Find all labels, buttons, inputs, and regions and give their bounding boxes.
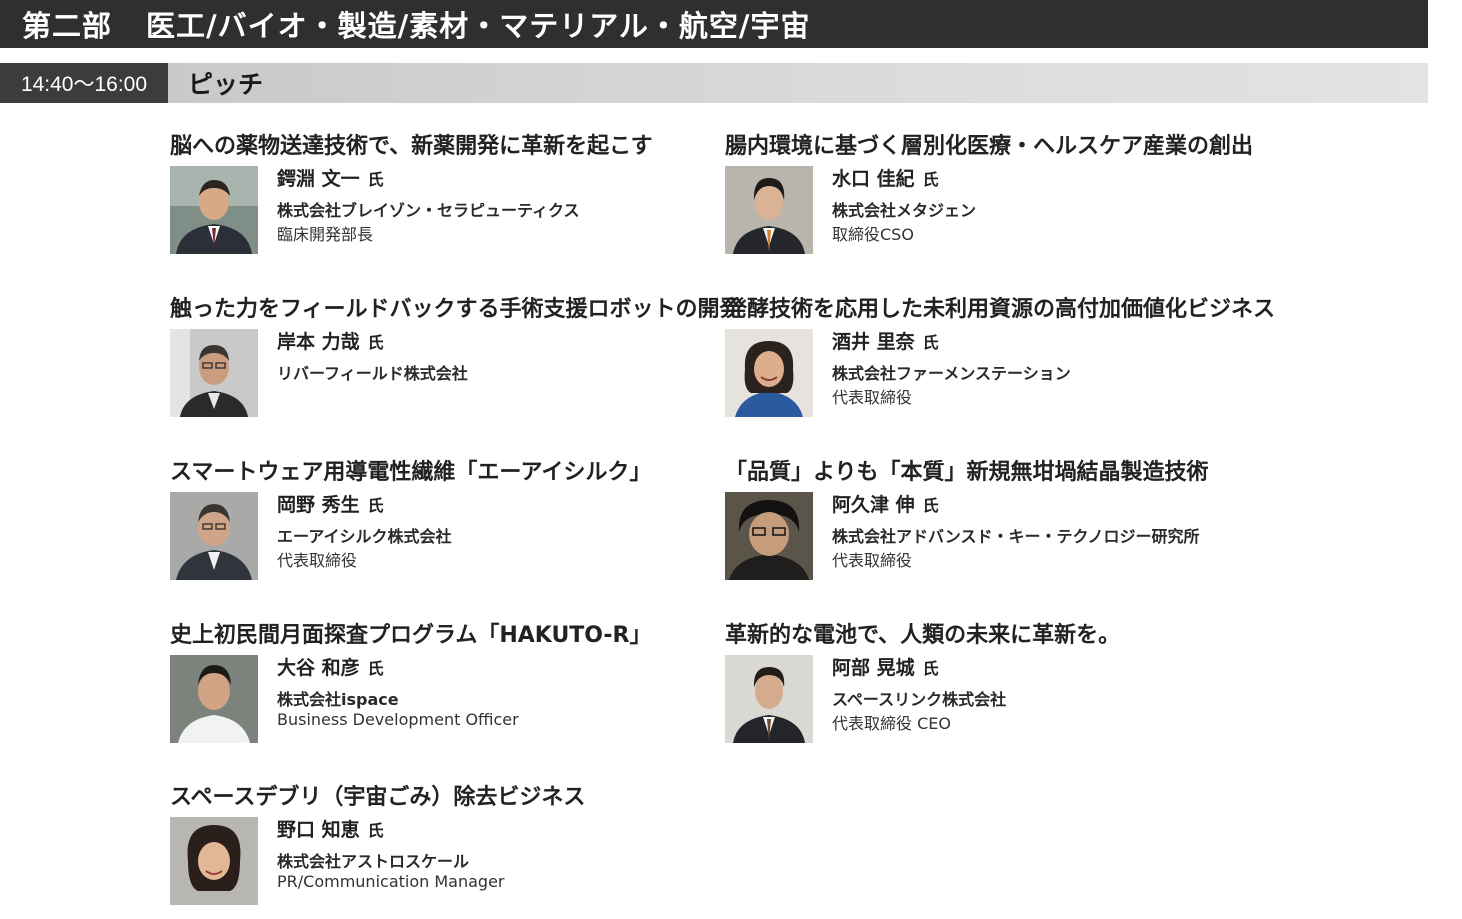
session-bar: 14:40〜16:00 ピッチ — [0, 63, 1428, 103]
speaker-organization: 株式会社メタジェン — [832, 201, 977, 220]
speaker-organization: 株式会社ブレイゾン・セラピューティクス — [277, 201, 580, 220]
speaker-photo — [725, 492, 813, 580]
talk-title: 発酵技術を応用した未利用資源の高付加価値化ビジネス — [725, 297, 1276, 322]
honorific: 氏 — [367, 496, 384, 515]
talk-title: スペースデブリ（宇宙ごみ）除去ビジネス — [170, 785, 586, 810]
speaker-organization: エーアイシルク株式会社 — [277, 527, 452, 546]
honorific: 氏 — [922, 170, 939, 189]
speaker-role: 代表取締役 — [832, 551, 913, 570]
speaker-role: 取締役CSO — [832, 225, 914, 244]
talk-title: 革新的な電池で、人類の未来に革新を。 — [725, 623, 1121, 648]
talk-title: 「品質」よりも「本質」新規無坩堝結晶製造技術 — [725, 460, 1209, 485]
talk-title: 触った力をフィールドバックする手術支援ロボットの開発 — [170, 297, 742, 322]
talk-title: スマートウェア用導電性繊維「エーアイシルク」 — [170, 460, 652, 485]
speaker-organization: リバーフィールド株式会社 — [277, 364, 468, 383]
talk-item: スペースデブリ（宇宙ごみ）除去ビジネス 野口 知恵氏 株式会社アストロスケール … — [170, 779, 770, 919]
speaker-name: 阿久津 伸氏 — [832, 494, 939, 516]
speaker-role: PR/Communication Manager — [277, 872, 505, 891]
honorific: 氏 — [367, 333, 384, 352]
speaker-role: 代表取締役 CEO — [832, 714, 951, 733]
speaker-name: 岡野 秀生氏 — [277, 494, 384, 516]
talk-title: 脳への薬物送達技術で、新薬開発に革新を起こす — [170, 134, 653, 159]
speaker-role: 臨床開発部長 — [277, 225, 374, 244]
speaker-name: 水口 佳紀氏 — [832, 168, 939, 190]
speaker-photo — [170, 492, 258, 580]
section-part-label: 第二部 — [22, 9, 113, 43]
session-label: ピッチ — [168, 63, 1428, 103]
speaker-organization: 株式会社ispace — [277, 690, 399, 709]
speaker-photo — [170, 655, 258, 743]
speaker-organization: 株式会社アドバンスド・キー・テクノロジー研究所 — [832, 527, 1200, 546]
talk-item: 触った力をフィールドバックする手術支援ロボットの開発 岸本 力哉氏 リバーフィー… — [170, 291, 770, 431]
talk-item: 脳への薬物送達技術で、新薬開発に革新を起こす 鍔淵 文一氏 株式会社ブレイゾン・… — [170, 128, 770, 268]
speaker-organization: スペースリンク株式会社 — [832, 690, 1007, 709]
talk-item: 革新的な電池で、人類の未来に革新を。 阿部 晃城氏 スペースリンク株式会社 代表… — [725, 617, 1325, 757]
talk-item: 「品質」よりも「本質」新規無坩堝結晶製造技術 阿久津 伸氏 株式会社アドバンスド… — [725, 454, 1325, 594]
speaker-photo — [725, 655, 813, 743]
talk-item: スマートウェア用導電性繊維「エーアイシルク」 岡野 秀生氏 エーアイシルク株式会… — [170, 454, 770, 594]
section-title: 医工/バイオ・製造/素材・マテリアル・航空/宇宙 — [146, 9, 811, 43]
speaker-name: 鍔淵 文一氏 — [277, 168, 384, 190]
honorific: 氏 — [367, 170, 384, 189]
speaker-name: 野口 知恵氏 — [277, 819, 384, 841]
speaker-name: 岸本 力哉氏 — [277, 331, 384, 353]
speaker-organization: 株式会社アストロスケール — [277, 852, 470, 871]
talk-title: 史上初民間月面探査プログラム「HAKUTO-R」 — [170, 623, 652, 648]
speaker-name: 酒井 里奈氏 — [832, 331, 939, 353]
speaker-photo — [170, 817, 258, 905]
session-time: 14:40〜16:00 — [0, 63, 168, 103]
section-header: 第二部 医工/バイオ・製造/素材・マテリアル・航空/宇宙 — [0, 0, 1428, 48]
speaker-role: Business Development Officer — [277, 710, 519, 729]
talk-title: 腸内環境に基づく層別化医療・ヘルスケア産業の創出 — [725, 134, 1254, 159]
honorific: 氏 — [922, 333, 939, 352]
speaker-photo — [170, 166, 258, 254]
honorific: 氏 — [367, 659, 384, 678]
talk-item: 腸内環境に基づく層別化医療・ヘルスケア産業の創出 水口 佳紀氏 株式会社メタジェ… — [725, 128, 1325, 268]
honorific: 氏 — [367, 821, 384, 840]
speaker-photo — [725, 166, 813, 254]
speaker-role: 代表取締役 — [277, 551, 358, 570]
speaker-organization: 株式会社ファーメンステーション — [832, 364, 1071, 383]
honorific: 氏 — [922, 496, 939, 515]
speaker-photo — [725, 329, 813, 417]
talk-item: 発酵技術を応用した未利用資源の高付加価値化ビジネス 酒井 里奈氏 株式会社ファー… — [725, 291, 1325, 431]
speaker-name: 阿部 晃城氏 — [832, 657, 939, 679]
honorific: 氏 — [922, 659, 939, 678]
speaker-role: 代表取締役 — [832, 388, 913, 407]
speaker-name: 大谷 和彦氏 — [277, 657, 384, 679]
talk-item: 史上初民間月面探査プログラム「HAKUTO-R」 大谷 和彦氏 株式会社ispa… — [170, 617, 770, 757]
speaker-photo — [170, 329, 258, 417]
